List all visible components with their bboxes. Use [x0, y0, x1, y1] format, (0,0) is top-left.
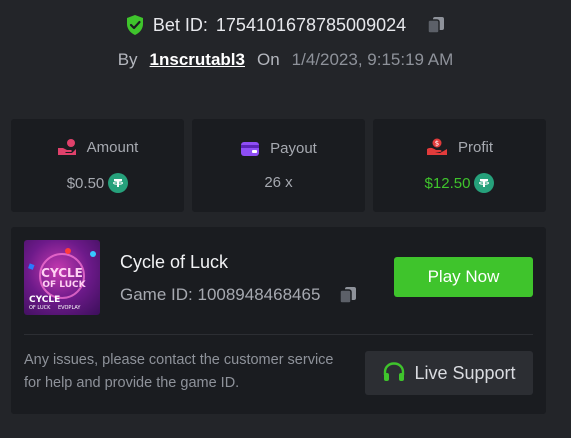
- live-support-button[interactable]: Live Support: [365, 351, 533, 395]
- bet-id-value: 1754101678785009024: [215, 14, 407, 35]
- game-id-value: 1008948468465: [197, 285, 321, 304]
- verified-shield-icon: [126, 15, 143, 35]
- bet-id-row: Bet ID: 1754101678785009024: [0, 14, 571, 36]
- game-id-row: Game ID: 1008948468465: [120, 285, 358, 305]
- bet-id-label: Bet ID:: [152, 14, 208, 35]
- thumb-title-line2: OF LUCK: [42, 280, 86, 290]
- game-id-label: Game ID:: [120, 285, 193, 304]
- game-card: CYCLE OF LUCK CYCLE OF LUCK EVOPLAY Cycl…: [11, 227, 546, 414]
- by-label: By: [117, 50, 138, 69]
- stat-amount: Amount $0.50: [11, 119, 184, 212]
- divider: [24, 334, 533, 335]
- game-thumbnail[interactable]: CYCLE OF LUCK CYCLE OF LUCK EVOPLAY: [24, 240, 100, 315]
- thumb-sub-line1: CYCLE: [29, 295, 60, 305]
- profit-value: $12.50: [424, 174, 471, 192]
- tether-icon: [474, 173, 495, 193]
- amount-value: $0.50: [66, 174, 105, 192]
- wallet-card-icon: [241, 141, 260, 156]
- support-message: Any issues, please contact the customer …: [24, 352, 334, 391]
- live-support-label: Live Support: [414, 362, 516, 383]
- play-now-button[interactable]: Play Now: [394, 257, 533, 297]
- copy-game-id-icon[interactable]: [338, 285, 358, 305]
- tether-icon: [108, 173, 129, 193]
- game-title: Cycle of Luck: [120, 252, 229, 272]
- svg-text:$: $: [435, 140, 439, 148]
- bet-stats: Amount $0.50 Payout 26 x $ Profit $12.50: [11, 119, 546, 212]
- profit-label: Profit: [457, 138, 493, 156]
- copy-bet-id-icon[interactable]: [426, 15, 446, 35]
- thumb-title-line1: CYCLE: [41, 266, 83, 280]
- headset-icon: [384, 362, 405, 381]
- bet-meta-row: By 1nscrutabl3 On 1/4/2023, 9:15:19 AM: [0, 50, 571, 70]
- stat-profit: $ Profit $12.50: [373, 119, 546, 212]
- payout-value: 26 x: [264, 174, 293, 191]
- stat-payout: Payout 26 x: [192, 119, 365, 212]
- bet-date: 1/4/2023, 9:15:19 AM: [291, 50, 454, 69]
- thumb-sub-line2: OF LUCK: [29, 305, 51, 311]
- payout-label: Payout: [270, 140, 317, 157]
- amount-label: Amount: [86, 138, 139, 156]
- user-link[interactable]: 1nscrutabl3: [150, 50, 245, 70]
- hand-coin-icon: [57, 139, 76, 155]
- hand-profit-icon: $: [426, 138, 447, 155]
- thumb-brand: EVOPLAY: [58, 305, 81, 311]
- on-label: On: [256, 50, 280, 69]
